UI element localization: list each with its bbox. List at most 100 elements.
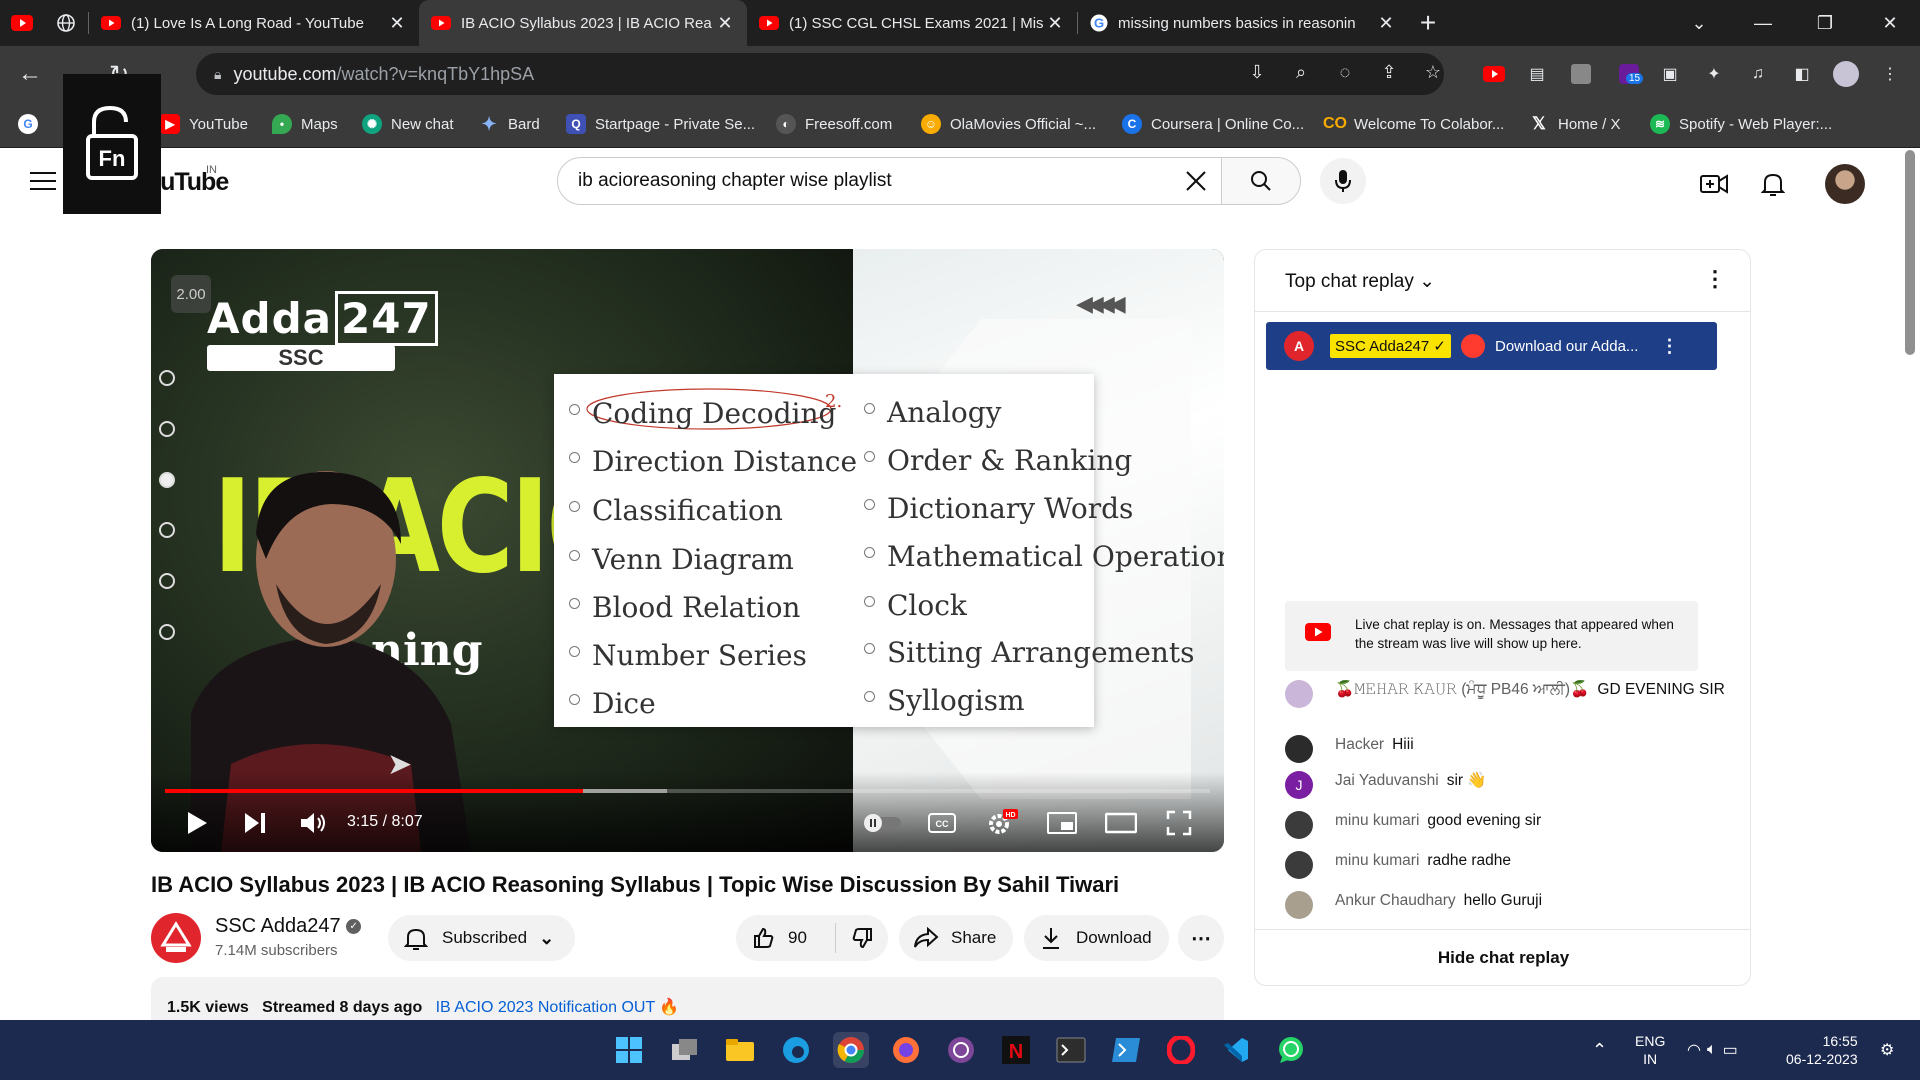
pinned-tab-web[interactable] [44, 0, 88, 46]
chat-message[interactable]: minu kumari radhe radhe [1285, 851, 1725, 879]
opera-icon[interactable] [1163, 1032, 1199, 1068]
bookmark-google[interactable]: G [18, 114, 47, 134]
chat-author-avatar[interactable] [1285, 891, 1313, 919]
profile-avatar-icon[interactable] [1833, 61, 1859, 87]
search-button[interactable] [1221, 157, 1301, 205]
chat-message[interactable]: Hacker Hiii [1285, 735, 1725, 763]
extension-icon[interactable]: ▤ [1524, 61, 1550, 87]
clear-search-icon[interactable] [1183, 168, 1209, 194]
chrome-browser-icon[interactable] [833, 1032, 869, 1068]
new-tab-button[interactable]: + [1408, 7, 1448, 39]
minimize-button[interactable]: — [1735, 0, 1791, 46]
netflix-icon[interactable]: N [998, 1032, 1034, 1068]
show-hidden-icons[interactable]: ⌃ [1592, 1020, 1607, 1080]
side-panel-icon[interactable]: ◧ [1789, 61, 1815, 87]
hide-chat-replay-button[interactable]: Hide chat replay [1255, 929, 1750, 985]
bookmark-maps[interactable]: • Maps [272, 114, 338, 134]
terminal-icon[interactable] [1053, 1032, 1089, 1068]
chat-message[interactable]: 🍒𝙼𝙴𝙷𝙰𝚁 𝙺𝙰𝚄𝚁 (ਮੰਧੂ PB46 ਆਲੀ)🍒 GD EVENING S… [1285, 680, 1725, 708]
extension-badge-icon[interactable]: 15 [1612, 61, 1646, 87]
tab-love-is-a-long-road[interactable]: (1) Love Is A Long Road - YouTube ✕ [89, 0, 419, 46]
close-tab-icon[interactable]: ✕ [1376, 13, 1396, 34]
vscode-icon[interactable] [1218, 1032, 1254, 1068]
tab-ib-acio-syllabus[interactable]: IB ACIO Syllabus 2023 | IB ACIO Rea ✕ [419, 0, 747, 46]
task-view-icon[interactable] [667, 1032, 703, 1068]
bookmark-colab[interactable]: CO Welcome To Colabor... [1323, 114, 1504, 134]
share-button[interactable]: Share [899, 915, 1013, 961]
create-video-icon[interactable] [1698, 168, 1730, 200]
menu-hamburger-icon[interactable] [30, 172, 56, 196]
bookmark-x[interactable]: 𝕏 Home / X [1529, 114, 1620, 134]
download-button[interactable]: Download [1024, 915, 1169, 961]
close-tab-icon[interactable]: ✕ [1045, 13, 1065, 34]
firefox-icon[interactable] [888, 1032, 924, 1068]
settings-button[interactable]: HD [982, 805, 1022, 841]
extensions-puzzle-icon[interactable]: ✦ [1701, 61, 1727, 87]
tab-missing-numbers[interactable]: G missing numbers basics in reasonin ✕ [1078, 0, 1408, 46]
theater-mode-button[interactable] [1101, 805, 1141, 841]
notification-center-icon[interactable]: ⚙︎ [1880, 1020, 1894, 1080]
start-windows-icon[interactable] [611, 1032, 647, 1068]
address-bar[interactable]: 🔒︎ youtube.com/watch?v=knqTbY1hpSA ⇩ ⌕ ◌… [196, 53, 1444, 95]
bookmark-startpage[interactable]: Q Startpage - Private Se... [566, 114, 755, 134]
chat-message[interactable]: minu kumari good evening sir [1285, 811, 1725, 839]
chat-author-avatar[interactable]: J [1285, 771, 1313, 799]
tab-search-chevron-icon[interactable]: ⌄ [1671, 0, 1727, 46]
chat-author-avatar[interactable] [1285, 680, 1313, 708]
fullscreen-button[interactable] [1159, 805, 1199, 841]
share-icon[interactable]: ⇪ [1376, 62, 1402, 86]
like-button[interactable]: 90 [736, 923, 836, 953]
language-indicator[interactable]: ENG IN [1635, 1020, 1665, 1080]
play-button[interactable] [179, 805, 215, 841]
youtube-extension-icon[interactable] [1481, 61, 1507, 87]
pinned-more-icon[interactable]: ⋮ [1660, 336, 1678, 357]
bookmark-spotify[interactable]: ≋ Spotify - Web Player:... [1650, 114, 1832, 134]
close-window-button[interactable]: ✕ [1862, 0, 1918, 46]
media-control-icon[interactable]: ♫ [1745, 61, 1771, 87]
chat-author-avatar[interactable] [1285, 851, 1313, 879]
close-tab-icon[interactable]: ✕ [387, 13, 407, 34]
close-tab-icon[interactable]: ✕ [715, 13, 735, 34]
chat-mode-dropdown[interactable]: Top chat replay ⌄ [1285, 270, 1435, 293]
system-tray-icons[interactable]: ◠ 🔈︎ ▭ [1687, 1020, 1744, 1080]
next-button[interactable] [237, 805, 273, 841]
bookmark-youtube[interactable]: ▶ YouTube [160, 114, 248, 134]
pinned-tab-youtube[interactable] [0, 0, 44, 46]
page-scrollbar[interactable] [1905, 150, 1915, 355]
tab-ssc-cgl-chsl[interactable]: (1) SSC CGL CHSL Exams 2021 | Mis ✕ [747, 0, 1077, 46]
chat-message[interactable]: J Jai Yaduvanshi sir 👋 [1285, 771, 1725, 799]
bookmark-freesoff[interactable]: ◐ Freesoff.com [776, 114, 892, 134]
autoplay-toggle[interactable] [861, 805, 905, 841]
subscribed-button[interactable]: Subscribed ⌄ [388, 915, 575, 961]
bookmark-bard[interactable]: ✦ Bard [479, 114, 539, 134]
bookmark-coursera[interactable]: C Coursera | Online Co... [1122, 114, 1304, 134]
chat-author-avatar[interactable] [1285, 735, 1313, 763]
dislike-button[interactable] [836, 926, 888, 950]
clock[interactable]: 16:55 06-12-2023 [1786, 1020, 1858, 1080]
bookmark-new-chat[interactable]: ✺ New chat [362, 114, 454, 134]
edge-browser-icon[interactable] [778, 1032, 814, 1068]
channel-name[interactable]: SSC Adda247 ✓ [215, 915, 362, 938]
video-player[interactable]: IB ACIO ning 2. ◀◀◀◀ 2.00 Adda 247 SSC ➤ … [151, 249, 1224, 852]
whatsapp-icon[interactable] [1273, 1032, 1309, 1068]
chat-message[interactable]: Ankur Chaudhary hello Guruji [1285, 891, 1725, 919]
install-app-icon[interactable]: ⇩ [1244, 62, 1270, 86]
chat-more-icon[interactable]: ⋮ [1704, 266, 1726, 292]
captions-button[interactable]: CC [924, 805, 960, 841]
volume-button[interactable] [295, 805, 331, 841]
video-progress-bar[interactable] [165, 789, 1210, 793]
powershell-icon[interactable] [1108, 1032, 1144, 1068]
tracking-protection-icon[interactable]: ◌ [1332, 62, 1358, 86]
picture-in-picture-icon[interactable]: ▣ [1657, 61, 1683, 87]
browser-menu-icon[interactable]: ⋮ [1877, 61, 1903, 87]
translate-extension-icon[interactable] [1568, 61, 1594, 87]
pinned-message[interactable]: A SSC Adda247 ✓ Download our Adda... ⋮ [1266, 322, 1717, 370]
file-explorer-icon[interactable] [722, 1032, 758, 1068]
more-actions-button[interactable]: ⋯ [1178, 915, 1224, 961]
back-button[interactable]: ← [11, 55, 49, 93]
voice-search-button[interactable] [1320, 158, 1366, 204]
bookmark-star-icon[interactable]: ☆ [1420, 62, 1446, 86]
zoom-icon[interactable]: ⌕ [1288, 62, 1314, 86]
restore-button[interactable]: ❐ [1797, 0, 1853, 46]
user-avatar[interactable] [1825, 164, 1865, 204]
